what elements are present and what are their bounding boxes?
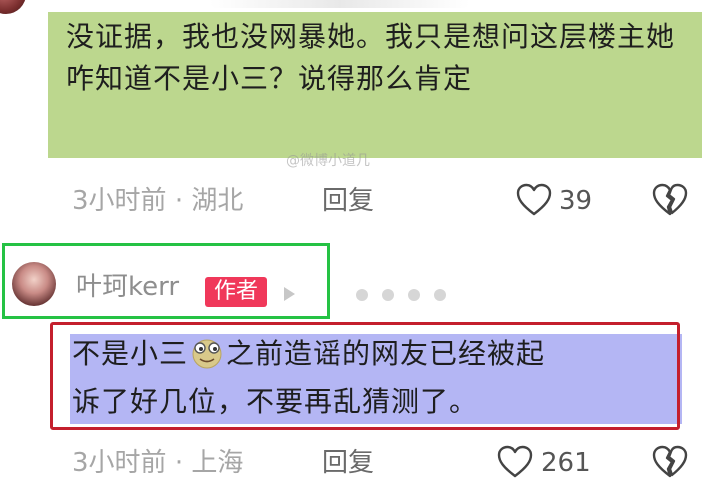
comment-text: 没证据，我也没网暴她。我只是想问这层楼主她咋知道不是小三？说得那么肯定: [66, 20, 676, 95]
faint-icons: [356, 286, 506, 304]
author-like-count: 261: [541, 448, 591, 478]
author-comment-text-part2: 之前造谣的网友已经被起: [226, 337, 546, 370]
comment-time: 3小时前: [72, 186, 167, 216]
broken-heart-icon: [652, 183, 688, 217]
author-comment-meta: 3小时前 · 上海: [72, 448, 243, 478]
watermark: @微博小道几: [286, 153, 370, 169]
reply-button[interactable]: 回复: [322, 186, 374, 216]
author-dislike-button[interactable]: [652, 445, 688, 479]
author-comment-text-part1: 不是小三: [72, 337, 189, 370]
comment-location: 湖北: [191, 186, 244, 216]
author-comment-line1: 不是小三 之前造谣的网友已经被起: [72, 333, 545, 381]
comment-meta: 3小时前 · 湖北: [72, 186, 243, 216]
author-reply-button[interactable]: 回复: [322, 448, 374, 478]
like-count: 39: [559, 186, 593, 216]
author-avatar[interactable]: [12, 262, 56, 306]
heart-icon: [516, 183, 552, 217]
play-icon: [284, 287, 295, 301]
author-badge: 作者: [205, 277, 267, 307]
like-button[interactable]: [516, 183, 552, 217]
heart-icon: [497, 445, 533, 479]
faint-header-strip: [210, 0, 470, 8]
meta-dot: ·: [174, 186, 192, 216]
author-comment-time: 3小时前: [72, 448, 167, 478]
author-like-button[interactable]: [497, 445, 533, 479]
meta-dot: ·: [174, 448, 192, 478]
previous-avatar[interactable]: [0, 0, 26, 14]
broken-heart-icon: [652, 445, 688, 479]
dislike-button[interactable]: [652, 183, 688, 217]
smirk-emoji-icon: [190, 337, 224, 381]
author-comment-line2: 诉了好几位，不要再乱猜测了。: [72, 385, 479, 418]
author-name[interactable]: 叶珂kerr: [76, 270, 179, 304]
author-comment-location: 上海: [191, 448, 244, 478]
